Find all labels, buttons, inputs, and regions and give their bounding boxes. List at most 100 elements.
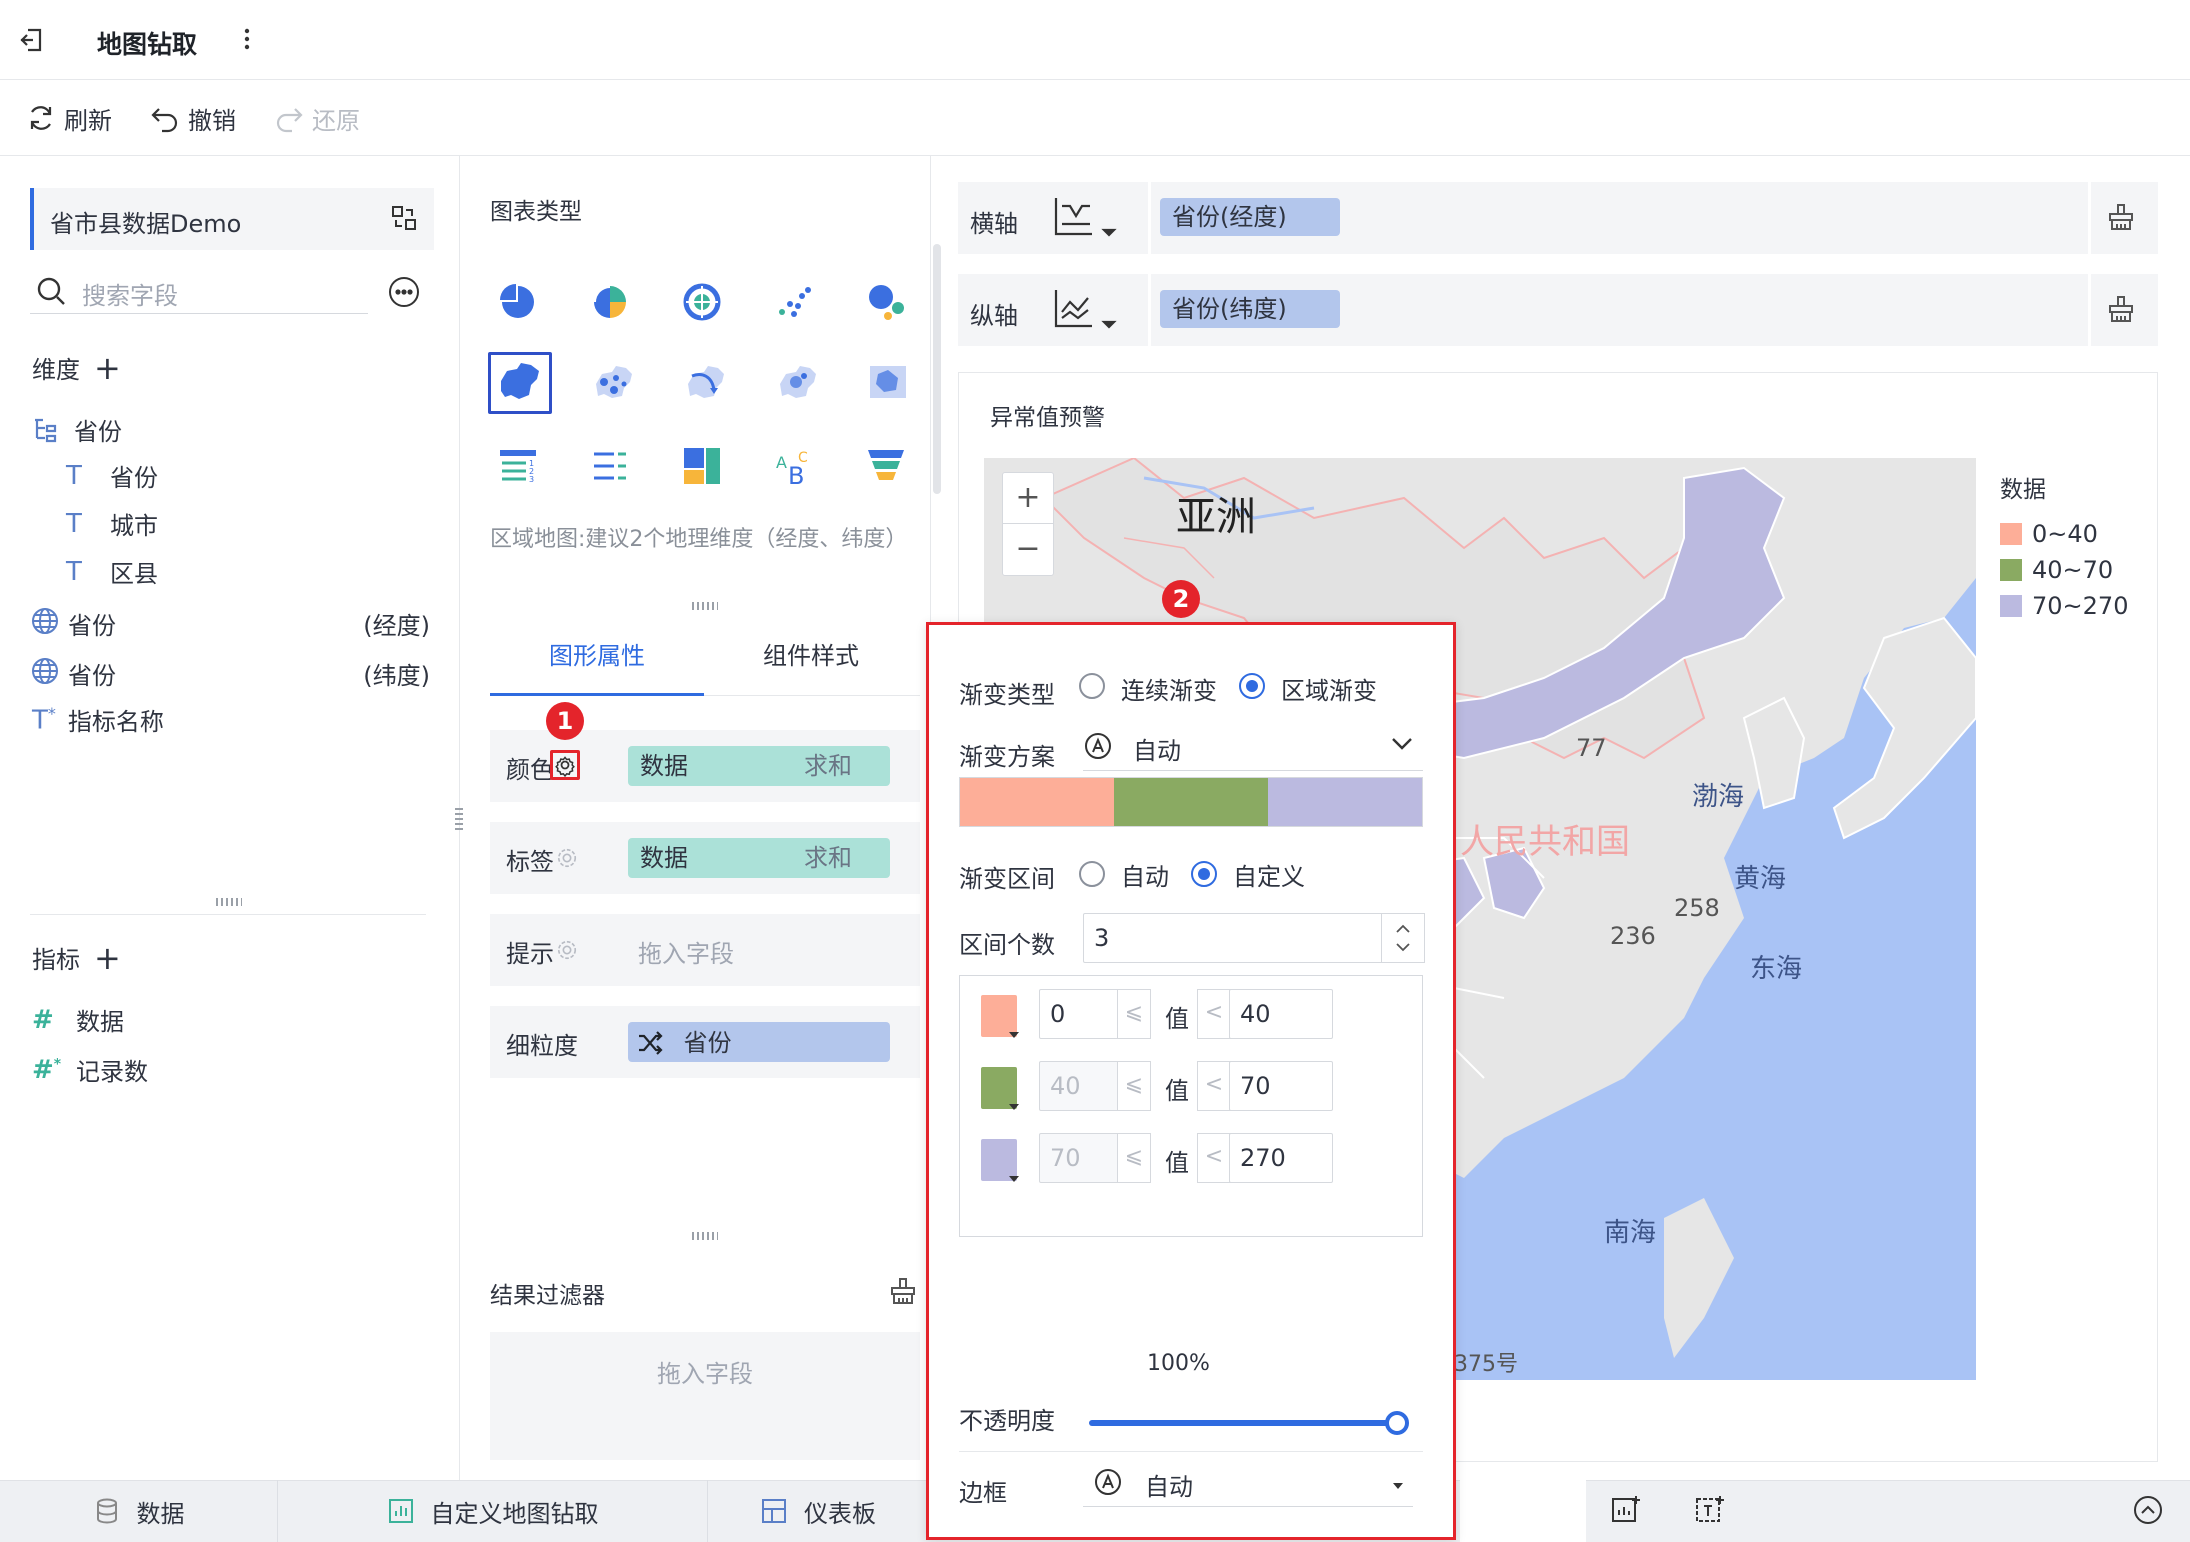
interval-from-input[interactable]: 0 <box>1039 989 1119 1039</box>
x-axis-field-pill[interactable]: 省份(经度) <box>1160 198 1340 236</box>
tab-graphic-properties[interactable]: 图形属性 <box>490 616 704 696</box>
field-search[interactable]: 搜索字段 <box>30 270 368 314</box>
pie-chart-icon[interactable] <box>498 282 538 322</box>
color-settings-icon[interactable] <box>550 750 580 780</box>
table-icon[interactable]: 123 <box>498 448 538 484</box>
legend-item[interactable]: 40~70 <box>2000 552 2140 588</box>
zoom-out-button[interactable]: − <box>1003 524 1053 575</box>
interval-count-input[interactable]: 3 <box>1083 913 1383 963</box>
multi-pie-icon[interactable] <box>682 282 722 322</box>
panel-resize-handle[interactable] <box>692 602 718 610</box>
dataset-name: 省市县数据Demo <box>50 210 242 238</box>
tooltip-drop-zone[interactable]: 拖入字段 <box>638 934 734 969</box>
x-axis-type-icon[interactable] <box>1052 194 1118 240</box>
dimension-field-city[interactable]: T 城市 <box>66 506 158 541</box>
interval-to-input[interactable]: 40 <box>1229 989 1333 1039</box>
dimension-group[interactable]: 省份 <box>32 412 122 447</box>
metric-field-data[interactable]: # 数据 <box>32 1002 124 1037</box>
interval-from-input[interactable]: 70 <box>1039 1133 1119 1183</box>
opacity-slider[interactable] <box>1089 1411 1409 1435</box>
scheme-select[interactable]: 自动 <box>1083 725 1423 771</box>
redo-button[interactable]: 还原 <box>274 100 360 136</box>
chart-type-scrollbar[interactable] <box>933 244 941 494</box>
bottom-tab-custom-map[interactable]: 自定义地图钻取 <box>278 1480 708 1542</box>
undo-button[interactable]: 撤销 <box>150 100 236 136</box>
interval-op-select[interactable]: ⩽ <box>1117 1061 1151 1111</box>
add-dashboard-icon[interactable] <box>1694 1494 1726 1526</box>
interval-op-select[interactable]: ⩽ <box>1117 989 1151 1039</box>
flow-map-icon[interactable] <box>682 360 726 404</box>
bottom-tab-active[interactable] <box>1460 1480 1586 1542</box>
more-vertical-icon[interactable] <box>244 28 250 50</box>
color-field-pill[interactable]: 数据 求和 <box>628 746 890 786</box>
granularity-field-pill[interactable]: 省份 <box>628 1022 890 1062</box>
add-component-icon[interactable] <box>1610 1494 1642 1526</box>
bottom-tab-data[interactable]: 数据 <box>0 1480 278 1542</box>
legend-item[interactable]: 0~40 <box>2000 516 2140 552</box>
interval-op-select[interactable]: < <box>1197 1133 1231 1183</box>
label-field-pill[interactable]: 数据 求和 <box>628 838 890 878</box>
badge-number: 1 <box>556 707 574 735</box>
interval-to-input[interactable]: 70 <box>1229 1061 1333 1111</box>
y-axis-type-icon[interactable] <box>1052 286 1118 332</box>
add-dimension-icon[interactable]: + <box>94 352 121 384</box>
switch-dataset-icon[interactable] <box>390 204 418 232</box>
rose-chart-icon[interactable] <box>590 282 630 322</box>
add-metric-icon[interactable]: + <box>94 942 121 974</box>
gis-map-icon[interactable] <box>866 360 910 404</box>
interval-count-stepper[interactable] <box>1381 913 1425 963</box>
exit-icon[interactable] <box>18 26 46 54</box>
pill-field: 省份 <box>683 1029 732 1057</box>
clear-icon[interactable] <box>888 1276 918 1306</box>
clear-icon[interactable] <box>2106 294 2136 324</box>
point-map-icon[interactable] <box>590 360 634 404</box>
heat-map-icon[interactable] <box>774 360 818 404</box>
zoom-in-button[interactable]: + <box>1003 473 1053 524</box>
geo-field-latitude[interactable]: 省份 (纬度) <box>30 654 430 690</box>
radio-segmented[interactable] <box>1239 673 1265 699</box>
y-axis-field-pill[interactable]: 省份(纬度) <box>1160 290 1340 328</box>
y-axis-label: 纵轴 <box>970 302 1018 330</box>
label-settings-icon[interactable] <box>556 847 578 869</box>
detail-table-icon[interactable] <box>590 448 630 484</box>
bubble-chart-icon[interactable] <box>866 282 906 322</box>
radio-range-auto[interactable] <box>1079 861 1105 887</box>
tooltip-settings-icon[interactable] <box>556 939 578 961</box>
scatter-chart-icon[interactable] <box>774 282 814 322</box>
legend-item[interactable]: 70~270 <box>2000 588 2140 624</box>
interval-op-select[interactable]: ⩽ <box>1117 1133 1151 1183</box>
collapse-up-icon[interactable] <box>2132 1494 2164 1526</box>
radio-range-custom[interactable] <box>1191 861 1217 887</box>
metric-name-field[interactable]: T* 指标名称 <box>32 702 164 737</box>
panel-resize-handle[interactable] <box>692 1232 718 1240</box>
region-map-icon[interactable] <box>488 352 552 414</box>
panel-resize-handle[interactable] <box>216 898 242 906</box>
funnel-chart-icon[interactable] <box>866 448 906 484</box>
vertical-resize-handle[interactable] <box>455 806 463 830</box>
border-select[interactable]: 自动 <box>1083 1461 1413 1507</box>
dataset-selector[interactable]: 省市县数据Demo <box>30 188 434 250</box>
dimension-field-county[interactable]: T 区县 <box>66 554 158 589</box>
interval-from-input[interactable]: 40 <box>1039 1061 1119 1111</box>
metric-field-count[interactable]: #* 记录数 <box>32 1052 148 1087</box>
value-word: 值 <box>1165 1077 1189 1105</box>
interval-to-input[interactable]: 270 <box>1229 1133 1333 1183</box>
clear-icon[interactable] <box>2106 202 2136 232</box>
interval-op-select[interactable]: < <box>1197 989 1231 1039</box>
interval-color-picker[interactable] <box>981 1067 1017 1109</box>
dimension-field-province[interactable]: T 省份 <box>66 458 158 493</box>
refresh-button[interactable]: 刷新 <box>26 100 112 136</box>
geo-field-longitude[interactable]: 省份 (经度) <box>30 604 430 640</box>
tab-component-style[interactable]: 组件样式 <box>704 616 918 696</box>
interval-color-picker[interactable] <box>981 995 1017 1037</box>
interval-color-picker[interactable] <box>981 1139 1017 1181</box>
interval-op-select[interactable]: < <box>1197 1061 1231 1111</box>
slider-thumb[interactable] <box>1385 1411 1409 1435</box>
radio-continuous[interactable] <box>1079 673 1105 699</box>
word-cloud-icon[interactable]: ABC <box>774 446 814 486</box>
more-options-icon[interactable] <box>388 276 420 308</box>
radio-range-custom-label: 自定义 <box>1233 863 1305 891</box>
result-filter-drop-zone[interactable]: 拖入字段 <box>490 1332 920 1460</box>
bottom-tab-dashboard[interactable]: 仪表板 <box>708 1480 928 1542</box>
treemap-icon[interactable] <box>682 446 722 486</box>
